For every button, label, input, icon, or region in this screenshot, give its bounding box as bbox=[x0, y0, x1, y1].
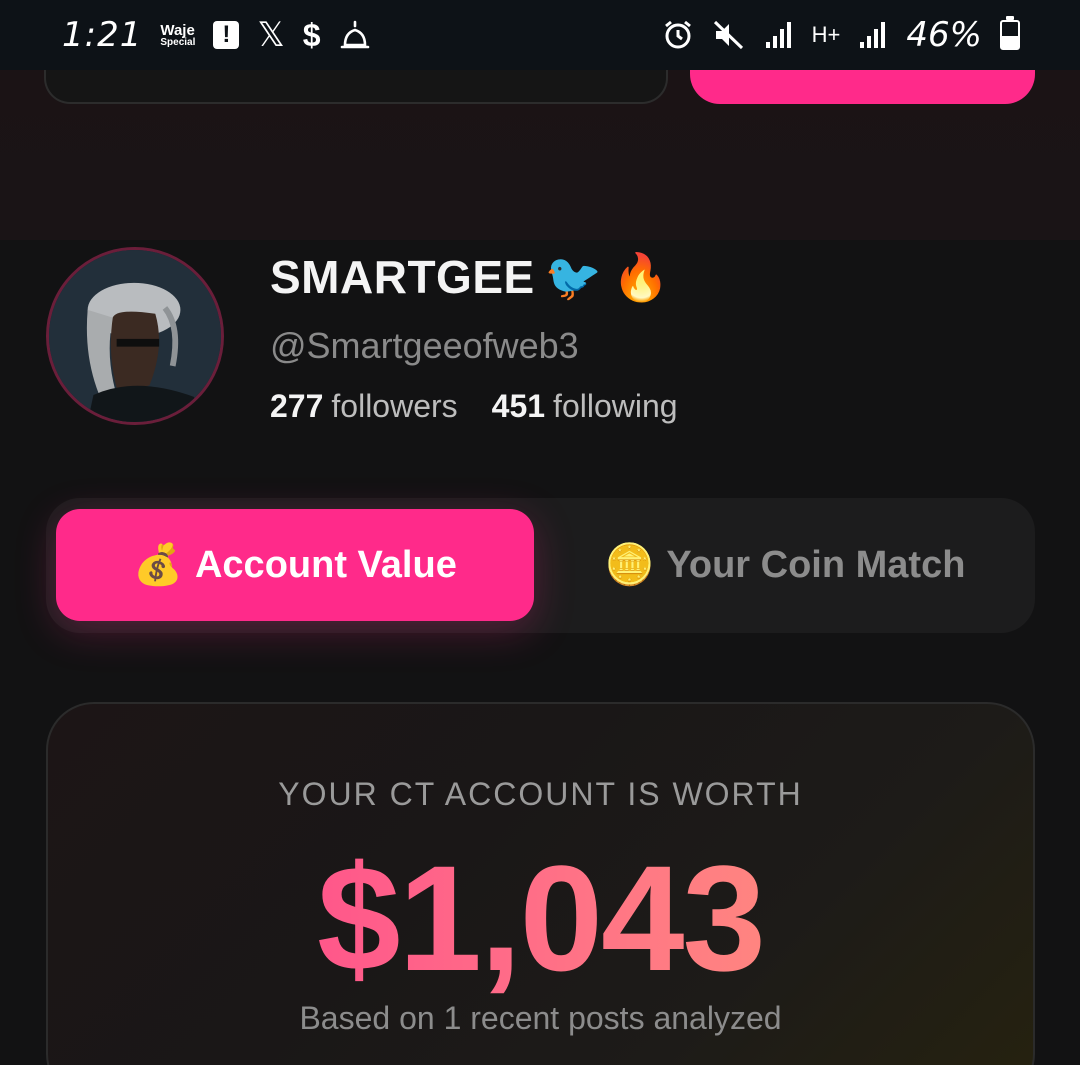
display-name: SMARTGEE bbox=[270, 251, 535, 303]
follow-stats: 277 followers 451 following bbox=[270, 388, 678, 425]
followers-label: followers bbox=[331, 388, 458, 424]
waje-label: Waje bbox=[160, 21, 195, 39]
signal-icon bbox=[858, 20, 888, 50]
mute-icon bbox=[712, 19, 746, 51]
worth-label: YOUR CT ACCOUNT IS WORTH bbox=[278, 776, 803, 812]
tab-label: Your Coin Match bbox=[666, 543, 966, 586]
coin-icon: 🪙 bbox=[604, 543, 655, 587]
followers-count: 277 bbox=[270, 388, 324, 424]
battery-fill bbox=[1002, 36, 1018, 48]
clock: 1:21 bbox=[62, 15, 143, 55]
status-bar-left: 1:21 Waje Special ! 𝕏 $ bbox=[62, 15, 371, 55]
analysis-note: Based on 1 recent posts analyzed bbox=[299, 1000, 782, 1036]
tab-account-value[interactable]: 💰 Account Value bbox=[56, 509, 534, 621]
tab-label: Account Value bbox=[194, 543, 457, 586]
special-label: Special bbox=[160, 36, 196, 48]
data-icon: H+ bbox=[811, 22, 841, 47]
following-label: following bbox=[553, 388, 678, 424]
app-screen: 1:21 Waje Special ! 𝕏 $ H+ 46% SMARTGEE … bbox=[0, 0, 1080, 1065]
handle: @Smartgeeofweb3 bbox=[270, 325, 579, 366]
following-count: 451 bbox=[491, 388, 546, 424]
avatar bbox=[46, 247, 224, 425]
tab-coin-match[interactable]: 🪙 Your Coin Match bbox=[546, 509, 1024, 621]
avatar-image bbox=[49, 250, 221, 422]
battery-icon bbox=[1000, 16, 1020, 50]
bird-icon: 🐦 bbox=[544, 251, 602, 303]
fire-icon: 🔥 bbox=[611, 251, 670, 303]
following-stat: 451 following bbox=[492, 388, 678, 425]
followers-stat: 277 followers bbox=[270, 388, 458, 425]
header-area bbox=[0, 70, 1080, 240]
account-value-card: YOUR CT ACCOUNT IS WORTH $1,043 Based on… bbox=[46, 702, 1035, 1065]
view-tabs: 💰 Account Value 🪙 Your Coin Match bbox=[46, 498, 1035, 633]
status-bar: 1:21 Waje Special ! 𝕏 $ H+ 46% bbox=[0, 0, 1080, 70]
mosque-icon bbox=[339, 19, 371, 51]
signal-icon bbox=[764, 20, 794, 50]
x-logo-icon: 𝕏 bbox=[257, 15, 285, 55]
handle-input[interactable] bbox=[44, 70, 668, 104]
display-name-row: SMARTGEE 🐦 🔥 bbox=[270, 250, 669, 304]
alert-icon: ! bbox=[213, 21, 240, 49]
account-value: $1,043 bbox=[48, 832, 1033, 1005]
money-bag-icon: 💰 bbox=[133, 543, 183, 587]
alarm-icon bbox=[662, 19, 694, 51]
battery-percent: 46% bbox=[906, 15, 982, 55]
waje-special-icon: Waje Special bbox=[160, 23, 195, 48]
status-bar-right: H+ 46% bbox=[662, 15, 1020, 55]
submit-button[interactable] bbox=[690, 70, 1035, 104]
dollar-icon: $ bbox=[302, 16, 321, 53]
